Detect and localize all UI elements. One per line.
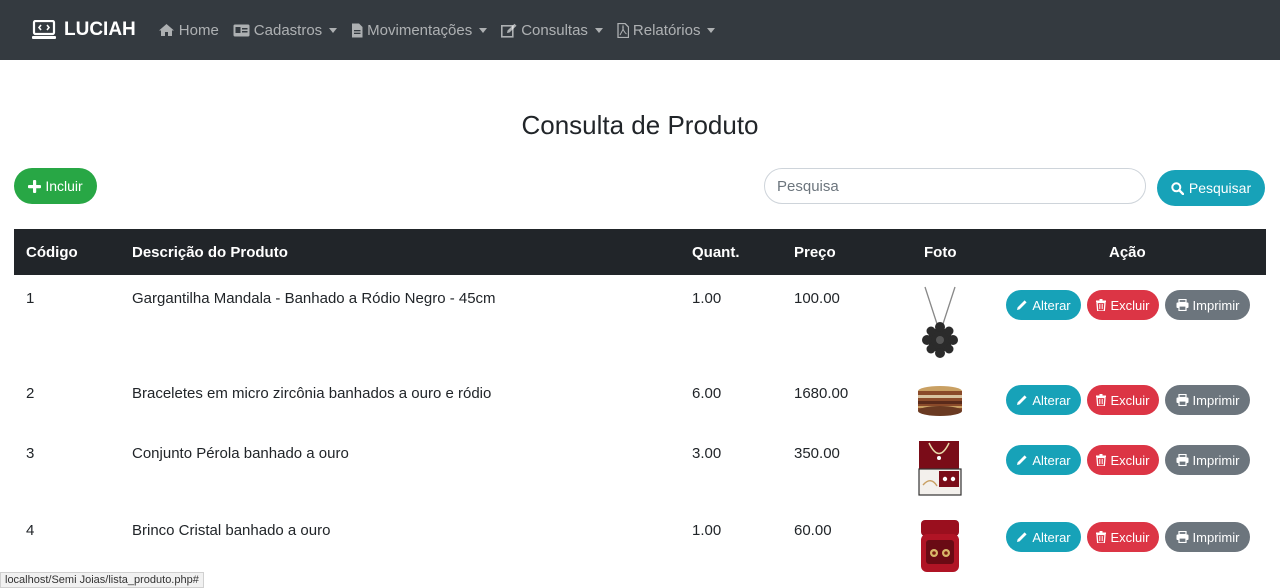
print-button[interactable]: Imprimir bbox=[1165, 522, 1250, 552]
pencil-icon bbox=[1017, 395, 1027, 405]
delete-button[interactable]: Excluir bbox=[1087, 385, 1159, 415]
pdf-file-icon bbox=[617, 22, 629, 38]
print-button-label: Imprimir bbox=[1192, 392, 1240, 408]
edit-button-label: Alterar bbox=[1032, 392, 1071, 408]
printer-icon bbox=[1176, 394, 1189, 406]
delete-button-label: Excluir bbox=[1110, 297, 1150, 313]
edit-icon bbox=[501, 23, 517, 38]
pencil-icon bbox=[1017, 455, 1027, 465]
delete-button[interactable]: Excluir bbox=[1087, 445, 1159, 475]
delete-button-label: Excluir bbox=[1110, 392, 1150, 408]
row-description: Conjunto Pérola banhado a ouro bbox=[132, 445, 349, 462]
page-title: Consulta de Produto bbox=[521, 110, 759, 140]
row-description: Braceletes em micro zircônia banhados a … bbox=[132, 385, 492, 402]
printer-icon bbox=[1176, 454, 1189, 466]
chevron-down-icon bbox=[594, 27, 603, 33]
trash-icon bbox=[1096, 531, 1107, 543]
row-qty: 6.00 bbox=[692, 385, 722, 402]
header-price: Preço bbox=[794, 244, 836, 261]
header-action: Ação bbox=[1109, 244, 1146, 261]
pencil-icon bbox=[1017, 300, 1027, 310]
nav-consultas[interactable]: Consultas bbox=[501, 22, 603, 39]
id-card-icon bbox=[233, 24, 250, 37]
row-qty: 3.00 bbox=[692, 445, 722, 462]
chevron-down-icon bbox=[479, 27, 488, 33]
header-code: Código bbox=[26, 244, 78, 261]
print-button[interactable]: Imprimir bbox=[1165, 385, 1250, 415]
header-qty: Quant. bbox=[692, 244, 740, 261]
laptop-icon bbox=[32, 20, 56, 39]
brand-label: LUCIAH bbox=[64, 19, 136, 40]
trash-icon bbox=[1096, 394, 1107, 406]
search-button-label: Pesquisar bbox=[1188, 180, 1252, 196]
row-price: 350.00 bbox=[794, 445, 840, 462]
search-icon bbox=[1171, 181, 1184, 195]
delete-button[interactable]: Excluir bbox=[1087, 290, 1159, 320]
nav-home-label: Home bbox=[178, 21, 219, 39]
header-description: Descrição do Produto bbox=[132, 244, 288, 261]
delete-button-label: Excluir bbox=[1110, 529, 1150, 545]
printer-icon bbox=[1176, 299, 1189, 311]
top-navbar: LUCIAH Home Cadastros Movimentações Cons… bbox=[0, 0, 1280, 60]
home-icon bbox=[158, 23, 175, 37]
print-button[interactable]: Imprimir bbox=[1165, 290, 1250, 320]
chevron-down-icon bbox=[329, 27, 338, 33]
chevron-down-icon bbox=[707, 27, 716, 33]
include-button-label: Incluir bbox=[45, 178, 83, 194]
row-description: Brinco Cristal banhado a ouro bbox=[132, 522, 331, 539]
printer-icon bbox=[1176, 531, 1189, 543]
print-button[interactable]: Imprimir bbox=[1165, 445, 1250, 475]
nav-cadastros-label: Cadastros bbox=[253, 21, 323, 39]
edit-button-label: Alterar bbox=[1032, 452, 1071, 468]
pencil-icon bbox=[1017, 532, 1027, 542]
include-button[interactable]: Incluir bbox=[14, 168, 97, 204]
file-icon bbox=[351, 23, 363, 38]
print-button-label: Imprimir bbox=[1192, 529, 1240, 545]
header-photo: Foto bbox=[924, 244, 957, 261]
edit-button-label: Alterar bbox=[1032, 297, 1071, 313]
nav-movimentacoes-label: Movimentações bbox=[367, 21, 473, 39]
trash-icon bbox=[1096, 454, 1107, 466]
row-price: 1680.00 bbox=[794, 385, 849, 402]
delete-button[interactable]: Excluir bbox=[1087, 522, 1159, 552]
print-button-label: Imprimir bbox=[1192, 452, 1240, 468]
product-photo-pearl-set bbox=[918, 441, 962, 496]
row-code: 3 bbox=[26, 445, 35, 462]
nav-relatorios[interactable]: Relatórios bbox=[617, 22, 716, 39]
nav-relatorios-label: Relatórios bbox=[632, 21, 701, 39]
row-price: 100.00 bbox=[794, 290, 840, 307]
row-code: 2 bbox=[26, 385, 35, 402]
product-photo-necklace bbox=[922, 286, 958, 358]
edit-button[interactable]: Alterar bbox=[1006, 445, 1081, 475]
trash-icon bbox=[1096, 299, 1107, 311]
edit-button-label: Alterar bbox=[1032, 529, 1071, 545]
plus-icon bbox=[28, 179, 42, 193]
row-code: 1 bbox=[26, 290, 35, 307]
row-price: 60.00 bbox=[794, 522, 832, 539]
product-photo-bracelets bbox=[918, 386, 962, 416]
search-input[interactable] bbox=[764, 168, 1146, 204]
product-photo-earrings-box bbox=[921, 520, 959, 572]
edit-button[interactable]: Alterar bbox=[1006, 385, 1081, 415]
print-button-label: Imprimir bbox=[1192, 297, 1240, 313]
row-qty: 1.00 bbox=[692, 522, 722, 539]
brand-link[interactable]: LUCIAH bbox=[32, 19, 136, 41]
nav-consultas-label: Consultas bbox=[521, 21, 588, 39]
row-description: Gargantilha Mandala - Banhado a Ródio Ne… bbox=[132, 290, 496, 307]
search-button[interactable]: Pesquisar bbox=[1157, 170, 1265, 206]
row-code: 4 bbox=[26, 522, 35, 539]
nav-cadastros[interactable]: Cadastros bbox=[233, 21, 338, 39]
edit-button[interactable]: Alterar bbox=[1006, 290, 1081, 320]
table-header: Código Descrição do Produto Quant. Preço… bbox=[14, 229, 1266, 275]
nav-movimentacoes[interactable]: Movimentações bbox=[351, 21, 488, 39]
edit-button[interactable]: Alterar bbox=[1006, 522, 1081, 552]
nav-home[interactable]: Home bbox=[158, 22, 219, 39]
delete-button-label: Excluir bbox=[1110, 452, 1150, 468]
row-qty: 1.00 bbox=[692, 290, 722, 307]
browser-status-url: localhost/Semi Joias/lista_produto.php# bbox=[0, 572, 204, 588]
